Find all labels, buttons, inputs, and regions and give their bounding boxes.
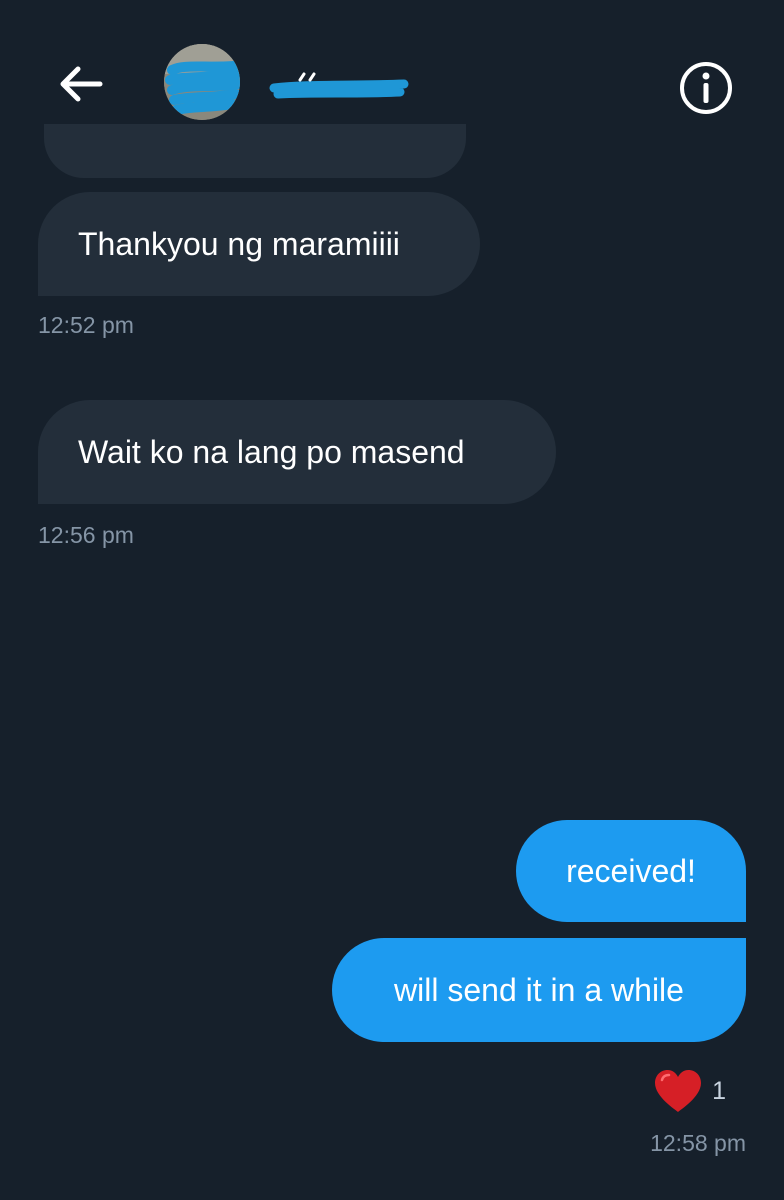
message-timestamp: 12:52 pm [38, 312, 134, 338]
message-reaction[interactable]: 1 [652, 1068, 726, 1114]
back-button[interactable] [52, 58, 108, 110]
message-timestamp: 12:56 pm [38, 522, 134, 548]
reaction-count: 1 [712, 1076, 726, 1105]
outgoing-message-bubble[interactable]: will send it in a while [332, 938, 746, 1042]
outgoing-message-bubble[interactable]: received! [516, 820, 746, 922]
partially-visible-message-bubble [44, 124, 466, 178]
heart-icon [655, 1070, 702, 1112]
incoming-message-bubble[interactable]: Wait ko na lang po masend [38, 400, 556, 504]
message-text: received! [566, 852, 696, 889]
avatar-redaction-scribble [164, 44, 240, 120]
info-icon [680, 62, 732, 114]
message-text: Wait ko na lang po masend [78, 433, 465, 470]
conversation-info-button[interactable] [678, 60, 734, 116]
message-timestamp: 12:58 pm [650, 1130, 746, 1156]
message-text: Thankyou ng maramiiii [78, 225, 400, 262]
username-redaction-scribble [269, 72, 409, 99]
incoming-message-bubble[interactable]: Thankyou ng maramiiii [38, 192, 480, 296]
avatar[interactable] [164, 44, 240, 120]
message-text: will send it in a while [394, 971, 684, 1008]
arrow-left-icon [60, 66, 103, 102]
dm-conversation-screen: Thankyou ng maramiiii 12:52 pm Wait ko n… [0, 0, 784, 1200]
